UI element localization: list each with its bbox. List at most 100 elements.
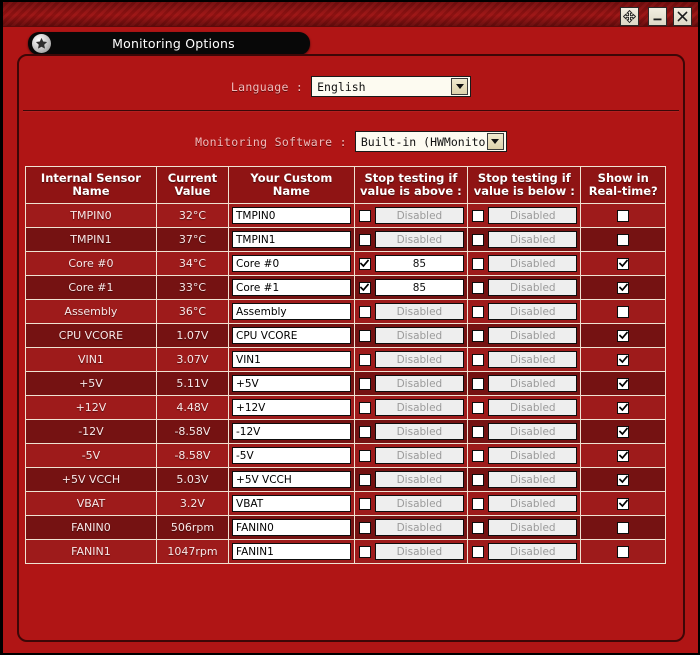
show-realtime-checkbox[interactable] xyxy=(617,521,630,534)
language-select[interactable]: English xyxy=(311,76,472,97)
custom-name-input[interactable]: TMPIN0 xyxy=(232,207,351,225)
show-realtime-checkbox[interactable] xyxy=(617,473,630,486)
show-realtime-checkbox[interactable] xyxy=(617,449,630,462)
stop-below-value-input[interactable]: Disabled xyxy=(488,327,578,345)
minimize-button[interactable] xyxy=(648,7,667,26)
stop-below-checkbox[interactable] xyxy=(472,449,485,462)
chevron-down-icon[interactable] xyxy=(451,78,469,95)
chevron-down-icon[interactable] xyxy=(486,133,504,150)
stop-below-checkbox[interactable] xyxy=(472,209,485,222)
stop-above-checkbox[interactable] xyxy=(358,257,371,270)
stop-below-checkbox[interactable] xyxy=(472,305,485,318)
stop-below-checkbox[interactable] xyxy=(472,545,485,558)
stop-below-value-input[interactable]: Disabled xyxy=(488,543,578,561)
stop-above-checkbox[interactable] xyxy=(358,377,371,390)
stop-above-value-input[interactable]: 85 xyxy=(374,255,465,273)
stop-above-checkbox[interactable] xyxy=(358,209,371,222)
stop-above-value-input[interactable]: Disabled xyxy=(374,399,465,417)
cell-stop-above: Disabled xyxy=(353,467,469,493)
stop-above-value-input[interactable]: Disabled xyxy=(374,447,465,465)
stop-below-value-input[interactable]: Disabled xyxy=(488,279,578,297)
stop-above-checkbox[interactable] xyxy=(358,497,371,510)
custom-name-input[interactable]: -12V xyxy=(232,423,351,441)
stop-below-value-input[interactable]: Disabled xyxy=(488,423,578,441)
show-realtime-checkbox[interactable] xyxy=(617,281,630,294)
stop-below-value-input[interactable]: Disabled xyxy=(488,303,578,321)
stop-below-value-input[interactable]: Disabled xyxy=(488,519,578,537)
stop-above-checkbox[interactable] xyxy=(358,281,371,294)
stop-above-checkbox[interactable] xyxy=(358,473,371,486)
custom-name-input[interactable]: +12V xyxy=(232,399,351,417)
show-realtime-checkbox[interactable] xyxy=(617,353,630,366)
show-realtime-checkbox[interactable] xyxy=(617,233,630,246)
stop-below-value-input[interactable]: Disabled xyxy=(488,447,578,465)
stop-above-value-input[interactable]: Disabled xyxy=(374,327,465,345)
stop-below-checkbox[interactable] xyxy=(472,425,485,438)
custom-name-input[interactable]: +5V VCCH xyxy=(232,471,351,489)
stop-below-checkbox[interactable] xyxy=(472,521,485,534)
stop-below-value-input[interactable]: Disabled xyxy=(488,399,578,417)
stop-above-value-input[interactable]: 85 xyxy=(374,279,465,297)
custom-name-input[interactable]: Assembly xyxy=(232,303,351,321)
stop-below-value-input[interactable]: Disabled xyxy=(488,231,578,249)
move-resize-button[interactable] xyxy=(620,7,639,26)
stop-below-checkbox[interactable] xyxy=(472,257,485,270)
stop-above-value-input[interactable]: Disabled xyxy=(374,351,465,369)
stop-above-checkbox[interactable] xyxy=(358,233,371,246)
stop-below-value-input[interactable]: Disabled xyxy=(488,375,578,393)
stop-above-value-input[interactable]: Disabled xyxy=(374,471,465,489)
show-realtime-checkbox[interactable] xyxy=(617,545,630,558)
custom-name-input[interactable]: FANIN1 xyxy=(232,543,351,561)
tab-monitoring-options[interactable]: Monitoring Options xyxy=(28,32,310,55)
custom-name-input[interactable]: TMPIN1 xyxy=(232,231,351,249)
stop-above-value-input[interactable]: Disabled xyxy=(374,423,465,441)
stop-below-value-input[interactable]: Disabled xyxy=(488,351,578,369)
stop-above-value-input[interactable]: Disabled xyxy=(374,375,465,393)
stop-above-value-input[interactable]: Disabled xyxy=(374,495,465,513)
close-button[interactable] xyxy=(673,7,692,26)
stop-above-checkbox[interactable] xyxy=(358,449,371,462)
show-realtime-checkbox[interactable] xyxy=(617,257,630,270)
custom-name-input[interactable]: FANIN0 xyxy=(232,519,351,537)
stop-below-value-input[interactable]: Disabled xyxy=(488,207,578,225)
stop-below-value-input[interactable]: Disabled xyxy=(488,255,578,273)
stop-below-checkbox[interactable] xyxy=(472,497,485,510)
stop-below-checkbox[interactable] xyxy=(472,353,485,366)
custom-name-input[interactable]: CPU VCORE xyxy=(232,327,351,345)
stop-below-value-input[interactable]: Disabled xyxy=(488,471,578,489)
stop-above-value-input[interactable]: Disabled xyxy=(374,543,465,561)
stop-above-checkbox[interactable] xyxy=(358,521,371,534)
stop-below-checkbox[interactable] xyxy=(472,329,485,342)
show-realtime-checkbox[interactable] xyxy=(617,497,630,510)
stop-below-checkbox[interactable] xyxy=(472,281,485,294)
custom-name-input[interactable]: +5V xyxy=(232,375,351,393)
stop-above-value-input[interactable]: Disabled xyxy=(374,231,465,249)
show-realtime-checkbox[interactable] xyxy=(617,377,630,390)
stop-above-checkbox[interactable] xyxy=(358,545,371,558)
custom-name-input[interactable]: Core #1 xyxy=(232,279,351,297)
stop-above-checkbox[interactable] xyxy=(358,425,371,438)
stop-below-value-input[interactable]: Disabled xyxy=(488,495,578,513)
stop-below-checkbox[interactable] xyxy=(472,233,485,246)
show-realtime-checkbox[interactable] xyxy=(617,425,630,438)
stop-above-value-input[interactable]: Disabled xyxy=(374,519,465,537)
stop-above-value-input[interactable]: Disabled xyxy=(374,207,465,225)
show-realtime-checkbox[interactable] xyxy=(617,209,630,222)
stop-above-checkbox[interactable] xyxy=(358,305,371,318)
current-value-text: 3.2V xyxy=(179,497,205,511)
show-realtime-checkbox[interactable] xyxy=(617,401,630,414)
stop-above-value-input[interactable]: Disabled xyxy=(374,303,465,321)
show-realtime-checkbox[interactable] xyxy=(617,305,630,318)
stop-above-checkbox[interactable] xyxy=(358,401,371,414)
custom-name-input[interactable]: Core #0 xyxy=(232,255,351,273)
stop-below-checkbox[interactable] xyxy=(472,473,485,486)
stop-above-checkbox[interactable] xyxy=(358,329,371,342)
custom-name-input[interactable]: VIN1 xyxy=(232,351,351,369)
monitoring-software-select[interactable]: Built-in (HWMonitor) xyxy=(354,131,507,152)
stop-below-checkbox[interactable] xyxy=(472,377,485,390)
custom-name-input[interactable]: VBAT xyxy=(232,495,351,513)
stop-above-checkbox[interactable] xyxy=(358,353,371,366)
stop-below-checkbox[interactable] xyxy=(472,401,485,414)
custom-name-input[interactable]: -5V xyxy=(232,447,351,465)
show-realtime-checkbox[interactable] xyxy=(617,329,630,342)
